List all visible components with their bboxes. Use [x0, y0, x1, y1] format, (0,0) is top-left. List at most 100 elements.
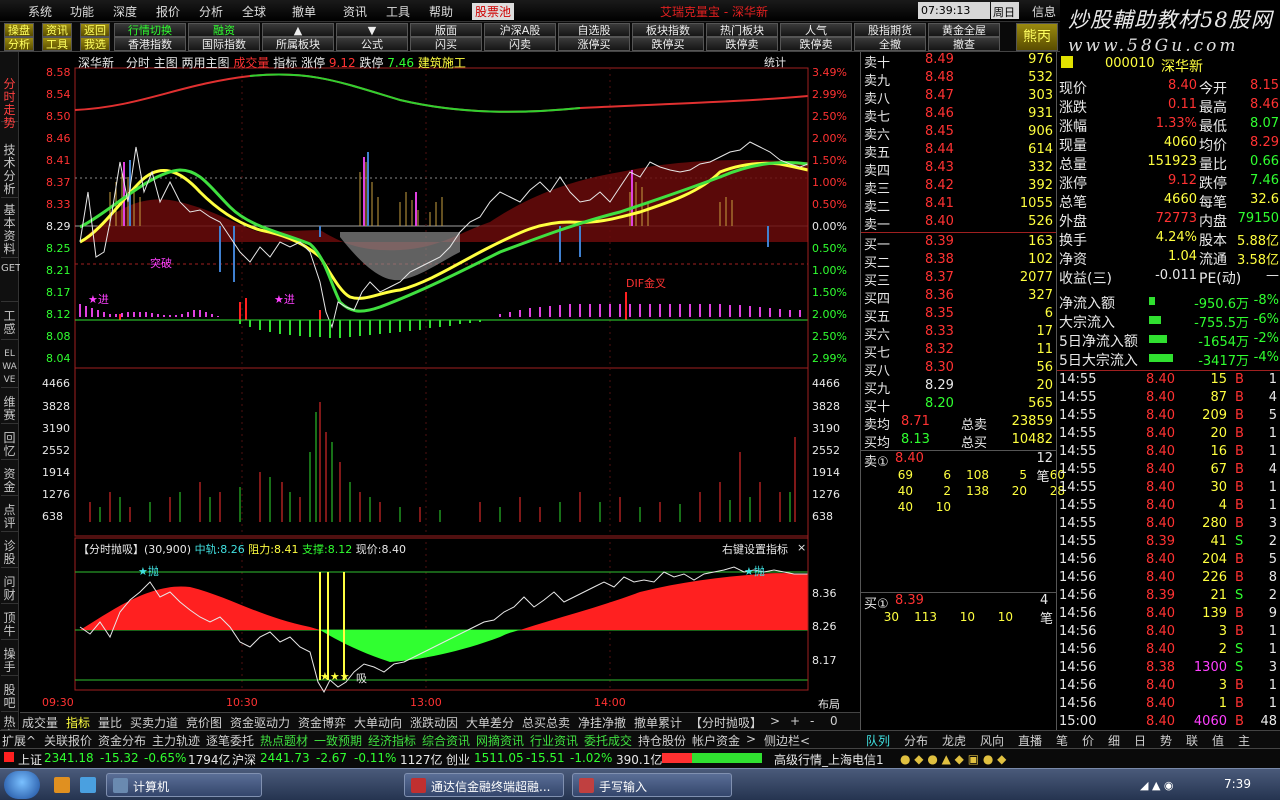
indicator-tab[interactable]: 大单动向: [354, 714, 402, 731]
btn-a-shares[interactable]: 沪深A股: [484, 23, 556, 37]
indicator-tab[interactable]: >: [770, 714, 780, 728]
sell1-queue-header[interactable]: 卖① 8.40 12笔: [861, 450, 1057, 485]
extension-tab[interactable]: 热点题材: [260, 732, 308, 749]
menu-help[interactable]: 帮助: [429, 3, 453, 20]
tick-row[interactable]: 14:56 8.40 204 B 5: [1057, 552, 1280, 570]
sell-level-row[interactable]: 卖七 8.46 931: [861, 106, 1057, 125]
tick-row[interactable]: 14:56 8.39 21 S 2: [1057, 588, 1280, 606]
indicator-tab[interactable]: 指标: [66, 714, 90, 731]
task-handwriting[interactable]: 手写输入: [572, 773, 732, 797]
tick-row[interactable]: 14:55 8.40 209 B 5: [1057, 408, 1280, 426]
indicator-tab[interactable]: 资金博弈: [298, 714, 346, 731]
buy-level-row[interactable]: 买八 8.30 56: [861, 360, 1057, 379]
tab-operator[interactable]: 操手: [1, 648, 18, 676]
indicator-tab[interactable]: 撤单累计: [634, 714, 682, 731]
tab-dingniu[interactable]: 顶牛: [1, 612, 18, 640]
sell-level-row[interactable]: 卖二 8.41 1055: [861, 196, 1057, 215]
tab-timeshare[interactable]: 分时走势: [1, 78, 18, 130]
side-tab[interactable]: 龙虎: [942, 732, 966, 749]
btn-futures[interactable]: 股指期货: [854, 23, 926, 37]
indicator-tab[interactable]: 量比: [98, 714, 122, 731]
buy-level-row[interactable]: 买七 8.32 11: [861, 342, 1057, 361]
sell-level-row[interactable]: 卖十 8.49 976: [861, 52, 1057, 71]
side-tab[interactable]: 价: [1082, 732, 1094, 749]
extension-tab[interactable]: 帐户资金: [692, 732, 740, 749]
tab-capital[interactable]: 资金: [1, 468, 18, 496]
tick-row[interactable]: 14:56 8.40 226 B 8: [1057, 570, 1280, 588]
sell-level-row[interactable]: 卖八 8.47 303: [861, 88, 1057, 107]
side-tab[interactable]: 笔: [1056, 732, 1068, 749]
menu-stock-pool[interactable]: 股票池: [472, 3, 515, 20]
buy-level-row[interactable]: 买六 8.33 17: [861, 324, 1057, 343]
btn-limit-down-buy[interactable]: 跌停买: [632, 37, 704, 51]
buy-level-row[interactable]: 买九 8.29 20: [861, 378, 1057, 397]
side-tab[interactable]: 分布: [904, 732, 928, 749]
extension-tab[interactable]: 逐笔委托: [206, 732, 254, 749]
side-tab[interactable]: 势: [1160, 732, 1172, 749]
tab-diagnose[interactable]: 诊股: [1, 540, 18, 568]
side-tab[interactable]: 队列: [866, 732, 890, 749]
volume-label[interactable]: 成交量: [233, 56, 269, 70]
alert-icons[interactable]: ● ◆ ● ▲ ◆ ▣ ● ◆: [900, 752, 1006, 766]
btn-back[interactable]: 返回: [80, 23, 110, 37]
extension-tab[interactable]: 一致预期: [314, 732, 362, 749]
btn-news[interactable]: 资讯: [42, 23, 72, 37]
extension-tab[interactable]: >: [746, 732, 756, 746]
main-label[interactable]: 主图: [154, 56, 178, 70]
tick-row[interactable]: 14:55 8.40 30 B 1: [1057, 480, 1280, 498]
sz-label[interactable]: 沪深: [232, 751, 256, 768]
btn-sector[interactable]: 所属板块: [262, 37, 334, 51]
extension-tab[interactable]: 网摘资讯: [476, 732, 524, 749]
indicator-tab[interactable]: +: [790, 714, 800, 728]
btn-hk-index[interactable]: 香港指数: [114, 37, 186, 51]
btn-up[interactable]: ▲: [262, 23, 334, 37]
indicator-tab[interactable]: 竞价图: [186, 714, 222, 731]
menu-global[interactable]: 全球: [242, 3, 266, 20]
layout-button[interactable]: 布局: [818, 696, 840, 712]
indicator-tab[interactable]: 【分时抛吸】: [690, 714, 762, 731]
btn-mine[interactable]: 我选: [80, 37, 110, 51]
side-tab[interactable]: 日: [1134, 732, 1146, 749]
mode-label[interactable]: 分时: [126, 56, 150, 70]
btn-bear[interactable]: 熊丙: [1016, 23, 1058, 51]
buy-level-row[interactable]: 买二 8.38 102: [861, 252, 1057, 271]
indicator-tab[interactable]: 大单差分: [466, 714, 514, 731]
indicator-tab[interactable]: 总买总卖: [522, 714, 570, 731]
tick-row[interactable]: 14:55 8.40 67 B 4: [1057, 462, 1280, 480]
indicator-tab[interactable]: -: [810, 714, 814, 728]
menu-depth[interactable]: 深度: [113, 3, 137, 20]
btn-down[interactable]: ▼: [336, 23, 408, 37]
btn-cancel-query[interactable]: 撤查: [928, 37, 1000, 51]
indicator-tab[interactable]: 买卖力道: [130, 714, 178, 731]
tick-row[interactable]: 14:55 8.40 4 B 1: [1057, 498, 1280, 516]
sh-label[interactable]: 上证: [18, 751, 42, 768]
menu-system[interactable]: 系统: [28, 3, 52, 20]
tab-fundamentals[interactable]: 基本资料: [1, 204, 18, 258]
tick-row[interactable]: 14:55 8.40 16 B 1: [1057, 444, 1280, 462]
feed-status[interactable]: 高级行情_上海电信1: [774, 751, 884, 768]
side-tab[interactable]: 联: [1186, 732, 1198, 749]
tick-row[interactable]: 14:55 8.39 41 S 2: [1057, 534, 1280, 552]
btn-cancel-all[interactable]: 全撤: [854, 37, 926, 51]
btn-flash-sell[interactable]: 闪卖: [484, 37, 556, 51]
tray-icons[interactable]: ◢ ▲ ◉: [1140, 779, 1174, 792]
buy-level-row[interactable]: 买五 8.35 6: [861, 306, 1057, 325]
tab-get[interactable]: GET: [1, 262, 21, 302]
menu-quote[interactable]: 报价: [156, 3, 180, 20]
cy-label[interactable]: 创业: [446, 751, 470, 768]
indicator-title[interactable]: 【分时抛吸】(30,900): [78, 543, 191, 556]
btn-gold[interactable]: 黄金全屋: [928, 23, 1000, 37]
btn-analyze[interactable]: 分析: [4, 37, 34, 51]
explorer-icon[interactable]: [54, 777, 70, 793]
btn-trade[interactable]: 操盘: [4, 23, 34, 37]
sell-level-row[interactable]: 卖五 8.44 614: [861, 142, 1057, 161]
dual-main-label[interactable]: 两用主图: [182, 56, 230, 70]
menu-news[interactable]: 资讯: [343, 3, 367, 20]
sell-level-row[interactable]: 卖六 8.45 906: [861, 124, 1057, 143]
indicator-tab[interactable]: 净挂净撤: [578, 714, 626, 731]
tab-guba[interactable]: 股吧: [1, 684, 18, 712]
side-tab[interactable]: 风向: [980, 732, 1004, 749]
menu-analysis[interactable]: 分析: [199, 3, 223, 20]
btn-tools[interactable]: 工具: [42, 37, 72, 51]
tick-row[interactable]: 14:56 8.40 2 S 1: [1057, 642, 1280, 660]
